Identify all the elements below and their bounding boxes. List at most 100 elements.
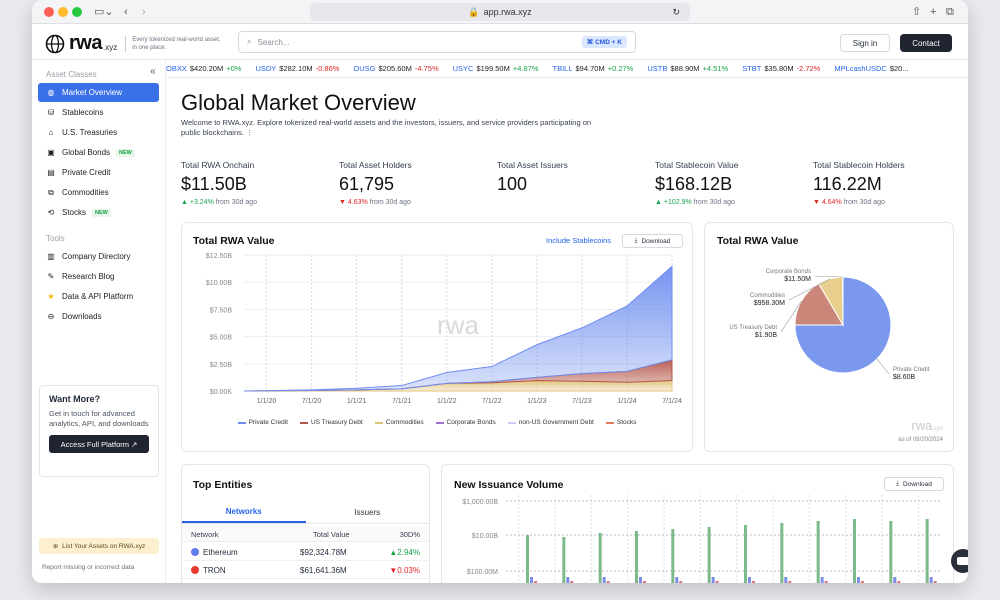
download-rwa-chart-button[interactable]: ⤓ Download [622,234,683,248]
ticker-item[interactable]: MPLcashUSDC $20... [834,64,911,73]
issuance-bar[interactable] [634,531,638,583]
issuance-bar[interactable] [824,581,828,583]
ticker-item[interactable]: USDY $282.10M -0.86% [255,64,339,73]
issuance-bar[interactable] [529,577,533,583]
legend-swatch [605,421,614,424]
forward-icon[interactable]: › [142,4,146,20]
ticker-item[interactable]: OUSG $205.60M -4.75% [353,64,438,73]
ticker-symbol: OBXX [166,64,187,73]
issuance-bar[interactable] [897,581,901,583]
issuance-bar[interactable] [602,577,606,583]
table-row[interactable]: TRON $61,641.36M ▼0.03% [182,562,429,579]
sidebar-item-company-directory[interactable]: ▥ Company Directory [38,247,159,266]
sidebar-item-downloads[interactable]: ⊖ Downloads [38,307,159,326]
sidebar-item-market-overview[interactable]: ◍ Market Overview [38,83,159,102]
ticker-item[interactable]: STBT $35.80M -2.72% [742,64,820,73]
issuance-bar[interactable] [715,581,719,583]
collapse-sidebar-icon[interactable]: « [150,66,156,77]
issuance-bar[interactable] [642,581,646,583]
issuance-bar[interactable] [566,577,570,583]
sidebar-item-data-api-platform[interactable]: ★ Data & API Platform [38,287,159,306]
tabs-overview-icon[interactable]: ⧉ [946,4,954,20]
issuance-bar[interactable] [929,577,933,583]
sidebar-item-label: U.S. Treasuries [62,128,118,137]
legend-item[interactable]: Commodities [374,419,424,426]
col-30d[interactable]: 30D% [400,530,420,539]
sidebar-item-u-s-treasuries[interactable]: ⌂ U.S. Treasuries [38,123,159,142]
sidebar-item-stocks[interactable]: ⟲ Stocks NEW [38,203,159,222]
issuance-bar[interactable] [852,519,856,583]
issuance-bar[interactable] [606,581,610,583]
contact-button[interactable]: Contact [900,34,952,52]
ticker-item[interactable]: USYC $199.50M +4.87% [453,64,539,73]
logo[interactable]: rwa .xyz Every tokenized real-world asset… [45,32,221,55]
expand-intro-icon[interactable]: ⋮ [246,130,253,137]
table-row[interactable]: Ethereum $92,324.78M ▲2.94% [182,544,429,561]
issuance-bar[interactable] [671,529,675,583]
minimize-window-button[interactable] [58,7,68,17]
stat-value: $168.12B [655,174,733,194]
search-input[interactable]: ⌕ Search... ⌘ CMD + K [238,31,636,53]
issuance-bar[interactable] [860,581,864,583]
issuance-bar[interactable] [711,577,715,583]
issuance-bar[interactable] [820,577,824,583]
issuance-bar[interactable] [751,581,755,583]
access-full-platform-button[interactable]: Access Full Platform ↗ [49,435,149,453]
sidebar-item-label: Market Overview [62,88,123,97]
issuance-bar[interactable] [925,519,929,583]
issuance-bar[interactable] [525,535,529,583]
pie-asof-date: as of 08/20/2024 [898,437,943,443]
issuance-bar[interactable] [707,527,711,583]
back-icon[interactable]: ‹ [124,4,128,20]
issuance-bar[interactable] [856,577,860,583]
legend-item[interactable]: Stocks [605,419,636,426]
issuance-bar[interactable] [679,581,683,583]
download-issuance-button[interactable]: ⤓ Download [884,477,944,491]
new-tab-icon[interactable]: + [930,4,936,20]
legend-item[interactable]: US Treasury Debt [299,419,363,426]
zoom-window-button[interactable] [72,7,82,17]
col-network[interactable]: Network [191,530,219,539]
legend-item[interactable]: Private Credit [237,419,288,426]
address-bar[interactable]: 🔒 app.rwa.xyz ↻ [310,3,690,21]
sidebar-item-private-credit[interactable]: ▤ Private Credit [38,163,159,182]
reload-icon[interactable]: ↻ [672,7,680,18]
network-change: ▼0.03% [389,566,420,575]
ticker-item[interactable]: TBILL $94.70M +0.27% [552,64,633,73]
tab-networks[interactable]: Networks [182,502,306,523]
sidebar-item-research-blog[interactable]: ✎ Research Blog [38,267,159,286]
report-missing-link[interactable]: Report missing or incorrect data [42,564,134,571]
tab-issuers[interactable]: Issuers [306,502,430,523]
close-window-button[interactable] [44,7,54,17]
issuance-bar[interactable] [638,577,642,583]
list-your-assets-button[interactable]: ⊕ List Your Assets on RWA.xyz [39,538,159,554]
ticker-item[interactable]: USTB $88.90M +4.51% [647,64,728,73]
issuance-bar[interactable] [562,537,566,583]
share-icon[interactable]: ⇧ [912,4,921,20]
issuance-bar[interactable] [816,521,820,583]
issuance-bar[interactable] [747,577,751,583]
issuance-bar[interactable] [933,581,937,583]
legend-item[interactable]: non-US Government Debt [507,419,594,426]
issuance-bar[interactable] [533,581,537,583]
issuance-bar[interactable] [784,577,788,583]
ethereum-icon [191,548,199,556]
col-total-value[interactable]: Total Value [313,530,350,539]
issuance-bar[interactable] [788,581,792,583]
sidebar-item-global-bonds[interactable]: ▣ Global Bonds NEW [38,143,159,162]
issuance-bar[interactable] [743,525,747,583]
sidebar-item-commodities[interactable]: ⧉ Commodities [38,183,159,202]
sidebar-item-stablecoins[interactable]: ⛁ Stablecoins [38,103,159,122]
issuance-bar[interactable] [570,581,574,583]
chat-launcher-button[interactable]: 1 [951,549,968,573]
ticker-item[interactable]: OBXX $420.20M +0% [166,64,241,73]
issuance-bar[interactable] [780,523,784,583]
issuance-bar[interactable] [675,577,679,583]
issuance-bar[interactable] [889,521,893,583]
issuance-bar[interactable] [598,533,602,583]
sign-in-button[interactable]: Sign in [840,34,890,52]
legend-item[interactable]: Corporate Bonds [435,419,496,426]
issuance-bar[interactable] [893,577,897,583]
include-stablecoins-link[interactable]: Include Stablecoins [546,236,611,245]
sidebar-toggle-icon[interactable]: ▭⌄ [94,4,114,20]
